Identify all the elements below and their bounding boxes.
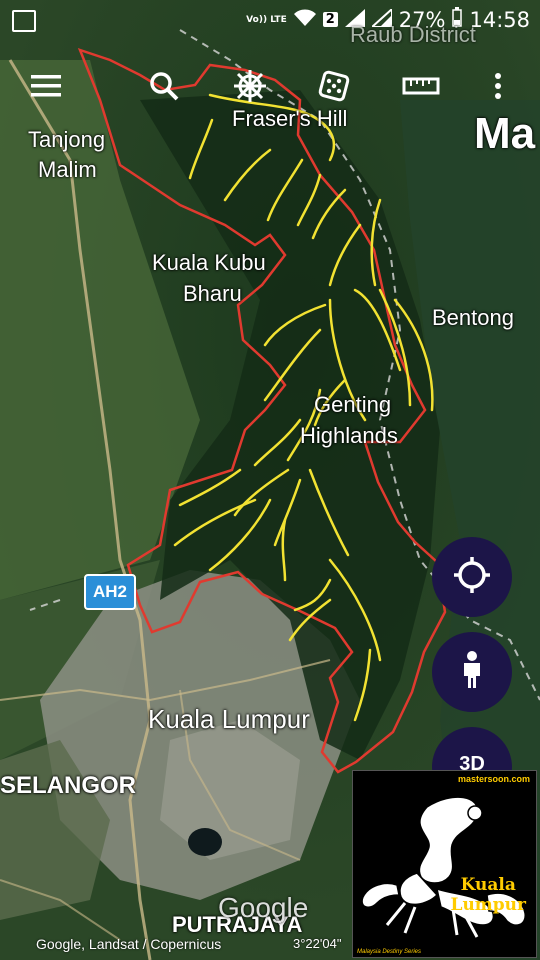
menu-icon (29, 73, 63, 104)
label-malim: Malim (38, 157, 97, 182)
search-icon (148, 70, 180, 107)
coordinate-readout: 3°22'04" (293, 936, 342, 951)
street-view-button[interactable] (432, 632, 512, 712)
scorpion-icon (361, 796, 526, 938)
wifi-icon (293, 8, 316, 32)
person-icon (460, 650, 484, 695)
crosshair-icon (452, 555, 492, 600)
label-kuala-kubu: Kuala Kubu (152, 250, 266, 275)
label-tanjong: Tanjong (28, 127, 106, 152)
my-location-button[interactable] (432, 537, 512, 617)
label-frasers-hill: Fraser's Hill (232, 106, 348, 131)
logo-title: Kuala Lumpur (450, 875, 526, 915)
search-button[interactable] (140, 64, 188, 112)
logo-title-line1: Kuala (460, 875, 516, 895)
logo-url: mastersoon.com (457, 774, 530, 784)
label-raub-district: Raub District (350, 22, 476, 47)
overlay-logo: mastersoon.com Kuala Lumpur Malaysia Des… (352, 770, 537, 958)
measure-button[interactable] (397, 64, 445, 112)
clock: 14:58 (469, 7, 530, 32)
logo-title-line2: Lumpur (450, 894, 526, 915)
label-state-partial: Ma (474, 109, 536, 158)
google-watermark: Google (218, 892, 309, 923)
ship-wheel-icon (232, 68, 268, 109)
logo-series: Malaysia Destiny Series (357, 949, 422, 955)
label-genting: Genting (314, 392, 392, 417)
label-highlands: Highlands (300, 423, 398, 448)
more-options-button[interactable] (474, 64, 522, 112)
menu-button[interactable] (22, 64, 70, 112)
dice-icon (317, 69, 351, 108)
volte-indicator: Vo)) LTE (246, 14, 287, 25)
route-badge-ah2: AH2 (84, 574, 137, 610)
navigation-button[interactable] (226, 64, 274, 112)
label-selangor: SELANGOR (0, 772, 137, 799)
map-attribution: Google, Landsat / Copernicus (36, 936, 222, 952)
ruler-icon (402, 75, 440, 102)
gallery-icon (12, 10, 36, 32)
label-bharu: Bharu (183, 281, 242, 306)
random-place-button[interactable] (310, 64, 358, 112)
more-vert-icon (494, 72, 502, 105)
sim-indicator: 2 (322, 12, 338, 27)
label-kuala-lumpur: Kuala Lumpur (148, 704, 310, 734)
label-bentong: Bentong (432, 305, 514, 330)
